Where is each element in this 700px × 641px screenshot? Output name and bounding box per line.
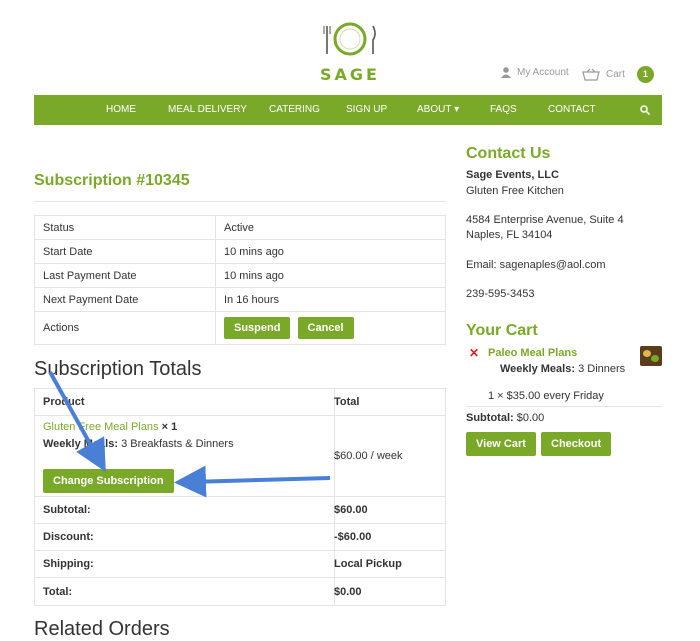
cart-item-meta-value: 3 Dinners xyxy=(578,363,626,375)
checkout-button[interactable]: Checkout xyxy=(541,432,612,456)
user-icon xyxy=(501,67,511,78)
product-row: Gluten Free Meal Plans × 1 Weekly Meals:… xyxy=(35,415,445,496)
totals-row: Total: $0.00 xyxy=(35,577,445,606)
totals-row: Shipping: Local Pickup xyxy=(35,550,445,578)
address-line-2: Naples, FL 34104 xyxy=(466,229,553,241)
row-value: -$60.00 xyxy=(334,531,372,543)
row-value: 10 mins ago xyxy=(215,239,446,264)
totals-row: Subtotal: $60.00 xyxy=(35,496,445,524)
site-logo[interactable]: SAGE xyxy=(310,18,390,84)
table-row: Start Date 10 mins ago xyxy=(34,239,446,264)
product-meta-value: 3 Breakfasts & Dinners xyxy=(121,438,234,450)
my-account-label: My Account xyxy=(517,66,569,78)
row-value: Active xyxy=(215,215,446,240)
product-meta-label: Weekly Meals: xyxy=(43,438,119,450)
row-value: $60.00 xyxy=(334,504,368,516)
cart-subtotal-value: $0.00 xyxy=(516,412,545,424)
table-row: Next Payment Date In 16 hours xyxy=(34,287,446,312)
cart-link[interactable]: Cart 1 xyxy=(582,66,654,83)
row-label: Subtotal: xyxy=(43,504,91,516)
subscription-totals-table: Product Total Gluten Free Meal Plans × 1… xyxy=(34,388,446,606)
caret-down-icon: ▾ xyxy=(454,104,460,115)
cart-subtotal: Subtotal: $0.00 xyxy=(466,410,544,426)
product-name-link[interactable]: Gluten Free Meal Plans xyxy=(43,421,159,433)
row-label: Status xyxy=(34,215,216,240)
subscription-title: Subscription #10345 xyxy=(34,172,190,189)
my-account-link[interactable]: My Account xyxy=(500,66,569,78)
remove-item-icon[interactable]: ✕ xyxy=(469,346,479,360)
cart-item-price: 1 × $35.00 every Friday xyxy=(488,390,604,402)
plate-logo-icon xyxy=(323,22,376,56)
related-orders-title: Related Orders xyxy=(34,618,170,640)
suspend-button[interactable]: Suspend xyxy=(224,317,291,339)
change-subscription-button[interactable]: Change Subscription xyxy=(43,469,174,493)
brand-name: SAGE xyxy=(320,65,380,84)
search-icon xyxy=(640,105,651,116)
cart-count-badge: 1 xyxy=(636,66,654,83)
row-label: Last Payment Date xyxy=(34,263,216,288)
cart-subtotal-label: Subtotal: xyxy=(466,412,514,424)
divider xyxy=(466,406,662,407)
nav-about-label: ABOUT xyxy=(417,104,452,115)
row-label: Start Date xyxy=(34,239,216,264)
table-row: Actions Suspend Cancel xyxy=(34,311,446,345)
row-value: $0.00 xyxy=(334,586,362,598)
your-cart-title: Your Cart xyxy=(466,322,538,339)
product-meta: Weekly Meals: 3 Breakfasts & Dinners xyxy=(43,438,234,450)
company-name: Sage Events, LLC xyxy=(466,169,559,181)
basket-icon xyxy=(582,68,600,81)
cart-label: Cart xyxy=(606,69,625,80)
contact-phone: 239-595-3453 xyxy=(466,288,535,300)
cart-item-meta: Weekly Meals: 3 Dinners xyxy=(500,361,625,377)
contact-email: Email: sagenaples@aol.com xyxy=(466,259,606,271)
product-qty: × 1 xyxy=(161,421,178,433)
line-total: $60.00 / week xyxy=(334,450,403,462)
nav-meal-delivery[interactable]: MEAL DELIVERY xyxy=(168,95,247,125)
product-line: Gluten Free Meal Plans × 1 xyxy=(43,421,177,433)
totals-row: Discount: -$60.00 xyxy=(35,523,445,551)
row-label: Total: xyxy=(43,586,73,598)
search-button[interactable] xyxy=(640,95,651,128)
nav-about[interactable]: ABOUT ▾ xyxy=(417,95,459,125)
cart-item-name[interactable]: Paleo Meal Plans xyxy=(488,347,577,359)
nav-contact[interactable]: CONTACT xyxy=(548,95,596,125)
nav-catering[interactable]: CATERING xyxy=(269,95,320,125)
row-value: 10 mins ago xyxy=(215,263,446,288)
cancel-button[interactable]: Cancel xyxy=(297,317,354,339)
nav-sign-up[interactable]: SIGN UP xyxy=(346,95,387,125)
subscription-details-table: Status Active Start Date 10 mins ago Las… xyxy=(34,215,446,345)
cart-item-meta-label: Weekly Meals: xyxy=(500,363,576,375)
address-line-1: 4584 Enterprise Avenue, Suite 4 xyxy=(466,214,624,226)
nav-home[interactable]: HOME xyxy=(106,95,136,125)
table-row: Last Payment Date 10 mins ago xyxy=(34,263,446,288)
row-label: Discount: xyxy=(43,531,94,543)
contact-title: Contact Us xyxy=(466,145,551,162)
col-product-header: Product xyxy=(43,396,85,408)
main-nav: HOME MEAL DELIVERY CATERING SIGN UP ABOU… xyxy=(34,95,662,125)
subscription-totals-title: Subscription Totals xyxy=(34,358,202,380)
col-total-header: Total xyxy=(334,396,359,408)
view-cart-button[interactable]: View Cart xyxy=(466,432,536,456)
row-value: In 16 hours xyxy=(215,287,446,312)
cart-item-thumbnail[interactable] xyxy=(640,346,662,366)
table-row: Status Active xyxy=(34,215,446,240)
actions-cell: Suspend Cancel xyxy=(215,311,446,345)
row-label: Shipping: xyxy=(43,558,94,570)
row-label: Actions xyxy=(34,311,216,345)
company-tagline: Gluten Free Kitchen xyxy=(466,185,564,197)
col-total-label: Total xyxy=(334,396,360,408)
nav-faqs[interactable]: FAQS xyxy=(490,95,517,125)
row-value: Local Pickup xyxy=(334,558,402,570)
divider xyxy=(34,201,446,202)
row-label: Next Payment Date xyxy=(34,287,216,312)
